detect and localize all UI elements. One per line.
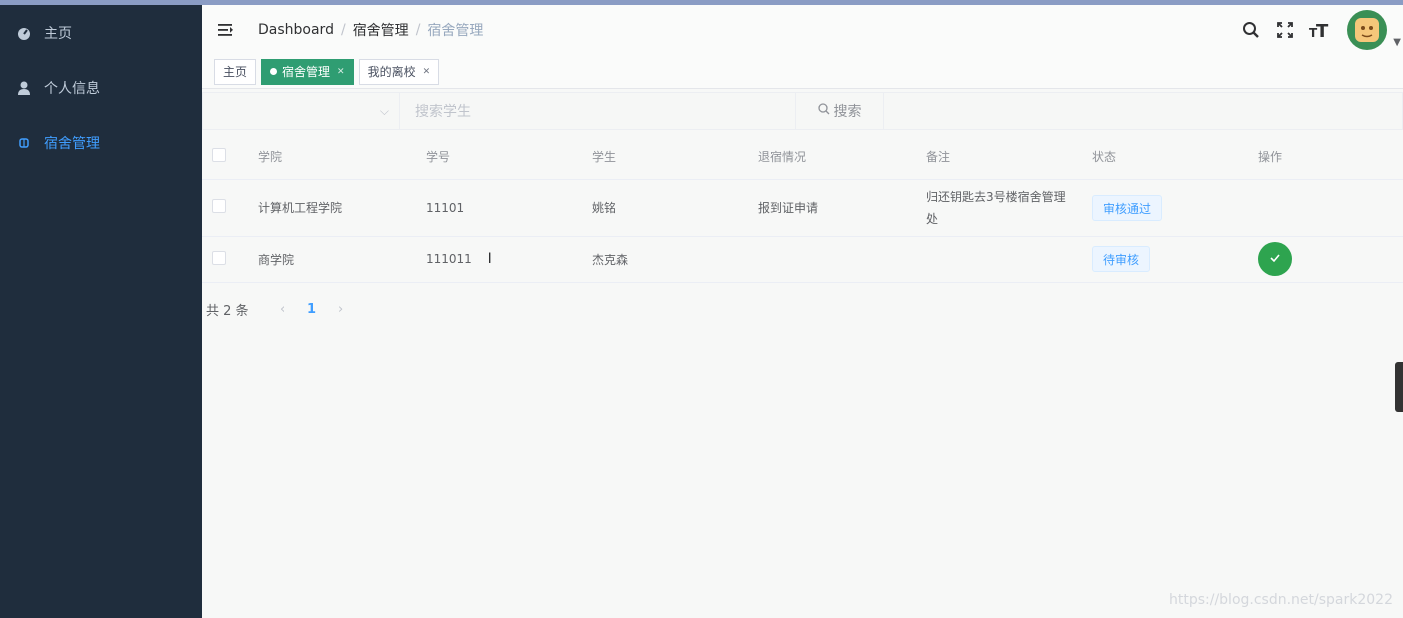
check-icon	[1268, 251, 1282, 268]
filter-filler	[884, 92, 1403, 130]
sidebar-item-dorm[interactable]: 宿舍管理	[0, 115, 202, 170]
search-button-label: 搜索	[833, 104, 862, 120]
breadcrumb-separator: /	[415, 22, 421, 38]
column-header: 操作	[1258, 135, 1403, 180]
search-placeholder: 搜索学生	[415, 104, 471, 120]
tags-view: 主页 宿舍管理 ✕ 我的离校 ✕	[202, 55, 1403, 89]
sidebar-item-profile[interactable]: 个人信息	[0, 60, 202, 115]
cell-college: 商学院	[258, 236, 426, 283]
hamburger-icon[interactable]	[218, 22, 234, 38]
chevron-down-icon: ⌵	[379, 103, 389, 118]
main-area: Dashboard / 宿舍管理 / 宿舍管理 TT ▼ 主页 宿舍管理 ✕ 我…	[202, 5, 1403, 618]
page-number[interactable]: 1	[297, 302, 327, 317]
breadcrumb-separator: /	[340, 22, 346, 38]
pagination: 共 2 条 ‹ 1 ›	[202, 295, 1403, 325]
svg-text:T: T	[1316, 21, 1329, 39]
row-checkbox[interactable]	[212, 250, 226, 265]
row-checkbox-cell	[202, 236, 258, 283]
user-icon	[16, 80, 32, 96]
cell-checkout	[758, 236, 926, 283]
dashboard-icon	[16, 25, 32, 41]
sidebar-item-label: 个人信息	[44, 80, 100, 97]
tag-label: 我的离校	[367, 64, 416, 79]
column-header[interactable]: 学号	[426, 135, 592, 180]
avatar[interactable]	[1347, 10, 1388, 50]
cell-college: 计算机工程学院	[258, 179, 426, 237]
caret-down-icon[interactable]: ▼	[1393, 37, 1401, 48]
font-size-icon[interactable]: TT	[1309, 20, 1329, 40]
select-all-checkbox[interactable]	[212, 148, 226, 163]
cell-note	[926, 236, 1092, 283]
cell-status: 审核通过	[1092, 179, 1258, 237]
tag-dorm[interactable]: 宿舍管理 ✕	[261, 58, 354, 85]
navbar: Dashboard / 宿舍管理 / 宿舍管理 TT ▼	[202, 5, 1403, 55]
cell-student: 杰克森	[592, 236, 758, 283]
sidebar: 主页 个人信息 宿舍管理	[0, 5, 202, 618]
search-icon	[817, 103, 830, 119]
dorm-icon	[16, 135, 32, 151]
cell-student: 姚铭	[592, 179, 758, 237]
table-header: 学院 学号 学生 退宿情况 备注 状态 操作	[202, 135, 1403, 180]
cell-id: 111011 I	[426, 236, 592, 283]
pagination-total: 共 2 条	[206, 304, 249, 319]
status-badge: 待审核	[1092, 246, 1151, 272]
watermark: https://blog.csdn.net/spark2022	[1168, 592, 1393, 608]
active-dot-icon	[270, 68, 278, 75]
breadcrumb: Dashboard / 宿舍管理 / 宿舍管理	[258, 20, 483, 40]
filter-bar: ⌵ 搜索学生 搜索	[202, 91, 1403, 131]
close-icon[interactable]: ✕	[337, 60, 345, 84]
tag-label: 宿舍管理	[282, 64, 331, 79]
column-header[interactable]: 退宿情况	[758, 135, 926, 180]
sidebar-item-label: 宿舍管理	[44, 135, 100, 152]
cell-note: 归还钥匙去3号楼宿舍管理处	[926, 179, 1092, 237]
tag-label: 主页	[223, 64, 248, 79]
cell-status: 待审核	[1092, 236, 1258, 283]
college-select[interactable]: ⌵	[202, 92, 400, 130]
sidebar-item-label: 主页	[44, 25, 72, 42]
cell-actions	[1258, 236, 1403, 283]
fullscreen-icon[interactable]	[1275, 20, 1295, 40]
table-row[interactable]: 计算机工程学院 11101 姚铭 报到证申请 归还钥匙去3号楼宿舍管理处 审核通…	[202, 179, 1403, 237]
column-header[interactable]: 备注	[926, 135, 1092, 180]
table-row[interactable]: 商学院 111011 I 杰克森 待审核	[202, 236, 1403, 283]
data-table: 学院 学号 学生 退宿情况 备注 状态 操作 计算机工程学院 11101 姚铭 …	[202, 135, 1403, 283]
status-badge: 审核通过	[1092, 194, 1163, 221]
text-cursor-icon: I	[487, 251, 492, 267]
cell-id: 11101	[426, 179, 592, 237]
tag-home[interactable]: 主页	[214, 58, 257, 85]
column-header[interactable]: 学生	[592, 135, 758, 180]
sidebar-item-home[interactable]: 主页	[0, 5, 202, 60]
search-button[interactable]: 搜索	[796, 92, 884, 130]
column-header[interactable]: 状态	[1092, 135, 1258, 180]
tag-my-leave[interactable]: 我的离校 ✕	[358, 58, 440, 85]
breadcrumb-item-current: 宿舍管理	[427, 23, 484, 39]
next-page-icon[interactable]: ›	[327, 302, 355, 317]
search-input[interactable]: 搜索学生	[400, 92, 796, 130]
cell-id-text: 111011	[426, 252, 472, 266]
approve-button[interactable]	[1258, 242, 1292, 276]
header-checkbox-cell	[202, 135, 258, 180]
cell-checkout: 报到证申请	[758, 179, 926, 237]
prev-page-icon[interactable]: ‹	[269, 302, 297, 317]
cell-actions	[1258, 179, 1403, 237]
column-header[interactable]: 学院	[258, 135, 426, 180]
breadcrumb-item-dorm[interactable]: 宿舍管理	[353, 20, 409, 40]
right-menu: TT ▼	[1241, 5, 1403, 55]
scroll-handle[interactable]	[1395, 362, 1403, 412]
row-checkbox[interactable]	[212, 199, 226, 213]
search-icon[interactable]	[1241, 20, 1261, 40]
close-icon[interactable]: ✕	[423, 60, 431, 84]
breadcrumb-item-dashboard[interactable]: Dashboard	[258, 22, 334, 38]
row-checkbox-cell	[202, 179, 258, 237]
